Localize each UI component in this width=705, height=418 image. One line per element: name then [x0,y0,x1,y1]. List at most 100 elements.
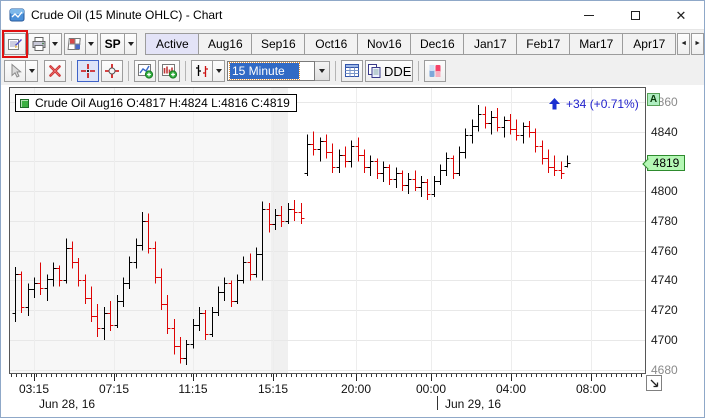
app-window: Crude Oil (15 Minute OHLC) - Chart ✕ [0,0,705,418]
chart-region: Crude Oil Aug16 O:4817 H:4824 L:4816 C:4… [1,85,704,417]
interval-selected-value: 15 Minute [230,63,299,79]
chart-toolbar: 15 Minute DDE [1,57,704,85]
delete-tool-button[interactable] [44,60,66,82]
dropdown-icon [88,42,94,46]
up-arrow-icon [549,98,560,110]
interval-dropdown-button[interactable] [315,61,330,81]
add-study-button[interactable] [158,60,180,82]
time-axis-label: 20:00 [332,382,380,396]
current-price-tag: 4819 [647,155,685,171]
legend-bullet-icon [20,99,29,108]
color-bars-icon [427,63,443,79]
crosshair-circle-icon [104,63,120,79]
print-dropdown-button[interactable] [50,33,62,55]
crosshair-tool-button[interactable] [77,60,99,82]
crosshair-icon [80,63,96,79]
time-axis-label: 04:00 [487,382,535,396]
cursor-icon [8,63,22,79]
chart-settings-button[interactable] [64,33,86,55]
tab-sep16[interactable]: Sep16 [251,33,305,55]
dropdown-icon [216,69,222,73]
maximize-button[interactable] [612,1,658,29]
ohlc-plot[interactable] [9,87,646,374]
tab-oct16[interactable]: Oct16 [304,33,358,55]
chart-properties-button[interactable] [4,33,26,55]
toolbar-separator [128,61,129,81]
bar-style-button[interactable] [191,60,213,82]
quote-table-button[interactable] [341,60,363,82]
price-axis-label: 4800 [651,184,695,198]
price-axis-label: 4840 [651,125,695,139]
date-label: Jun 29, 16 [445,397,501,411]
change-text: +34 (+0.71%) [566,97,639,111]
maximize-icon [631,11,640,20]
chart-add-icon [137,63,154,79]
tab-scroll-right-button[interactable]: ► [691,33,704,55]
dropdown-icon [128,42,134,46]
dropdown-icon [319,69,325,73]
time-axis-label: 11:15 [169,382,217,396]
copy-sheets-icon [367,63,382,79]
crosshair-dot-tool-button[interactable] [101,60,123,82]
interval-value-box[interactable]: 15 Minute [227,61,315,81]
delete-x-icon [48,64,62,78]
table-icon [344,63,360,79]
toolbar-separator [335,61,336,81]
price-axis-label: 4700 [651,333,695,347]
close-button[interactable]: ✕ [658,1,704,29]
pointer-tool-dropdown-button[interactable] [26,60,38,82]
print-button[interactable] [28,33,50,55]
chart-resize-handle[interactable] [646,375,662,391]
tab-feb17[interactable]: Feb17 [516,33,570,55]
legend-text: Crude Oil Aug16 O:4817 H:4824 L:4816 C:4… [35,96,290,110]
date-axis-labels: Jun 28, 16 Jun 29, 16 [1,397,704,411]
toolbar-separator [71,61,72,81]
auto-scale-badge[interactable]: A [647,93,660,106]
dde-export-button[interactable]: DDE [365,60,413,82]
price-axis-label: 4760 [651,244,695,258]
tab-dec16[interactable]: Dec16 [410,33,464,55]
chart-legend[interactable]: Crude Oil Aug16 O:4817 H:4824 L:4816 C:4… [15,94,297,112]
date-label: Jun 28, 16 [39,397,95,411]
properties-icon [7,36,23,52]
time-axis-label: 08:00 [567,382,615,396]
time-axis-label: 03:15 [10,382,58,396]
dropdown-icon [52,42,58,46]
tab-nov16[interactable]: Nov16 [357,33,411,55]
new-chart-button[interactable] [134,60,156,82]
tab-scroll-left-button[interactable]: ◄ [677,33,690,55]
chart-settings-dropdown-button[interactable] [86,33,98,55]
ohlc-bar-style-icon [193,63,211,79]
title-bar: Crude Oil (15 Minute OHLC) - Chart ✕ [1,1,704,29]
tab-aug16[interactable]: Aug16 [198,33,252,55]
price-axis-label: 4780 [651,214,695,228]
contract-tab-strip: ActiveAug16Sep16Oct16Nov16Dec16Jan17Feb1… [146,33,676,55]
price-axis-label: 4720 [651,303,695,317]
symbol-dropdown-button[interactable] [125,33,137,55]
minimize-icon [584,15,594,16]
printer-icon [31,36,47,52]
dde-label: DDE [384,64,411,79]
scroll-right-icon: ► [694,40,701,47]
pointer-tool-button[interactable] [4,60,26,82]
price-axis-label: 4740 [651,273,695,287]
tab-active[interactable]: Active [145,33,199,55]
bar-style-dropdown-button[interactable] [213,60,225,82]
symbol-button[interactable]: SP [100,33,126,55]
tab-mar17[interactable]: Mar17 [569,33,623,55]
bar-colors-button[interactable] [424,60,446,82]
diagonal-arrow-icon [649,378,660,389]
minimize-button[interactable] [566,1,612,29]
scroll-left-icon: ◄ [680,40,687,47]
app-chart-icon [9,7,25,23]
time-axis-labels[interactable]: 03:1507:1511:1515:1520:0000:0004:0008:00 [1,382,704,396]
dropdown-icon [29,69,35,73]
time-axis-label: 07:15 [90,382,138,396]
close-icon: ✕ [676,9,687,22]
symbol-label: SP [102,37,124,51]
tab-apr17[interactable]: Apr17 [622,33,676,55]
date-separator [437,396,438,410]
interval-combobox[interactable]: 15 Minute [227,61,330,81]
chart-settings-icon [67,36,83,52]
tab-jan17[interactable]: Jan17 [463,33,517,55]
